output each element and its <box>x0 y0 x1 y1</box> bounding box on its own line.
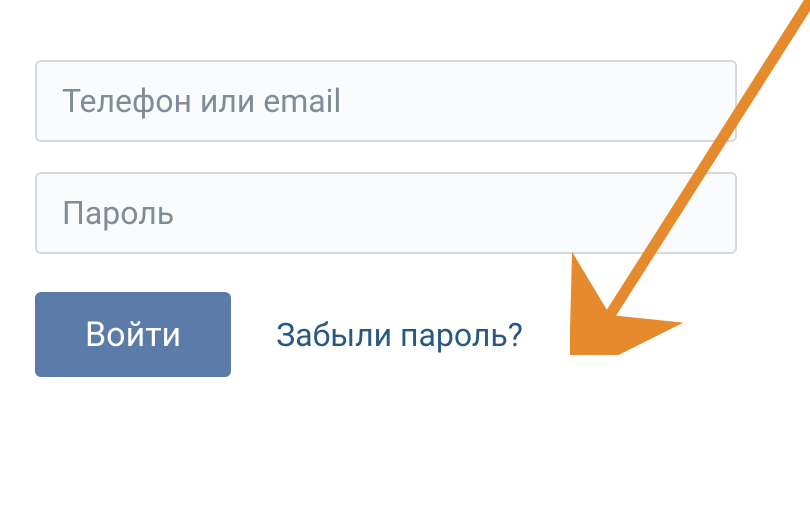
login-button[interactable]: Войти <box>35 292 231 377</box>
password-input-wrapper <box>35 172 737 254</box>
login-input-wrapper <box>35 60 737 142</box>
password-input[interactable] <box>35 172 737 254</box>
forgot-password-link[interactable]: Забыли пароль? <box>276 316 523 354</box>
login-form: Войти Забыли пароль? <box>35 60 737 377</box>
action-row: Войти Забыли пароль? <box>35 292 737 377</box>
login-input[interactable] <box>35 60 737 142</box>
